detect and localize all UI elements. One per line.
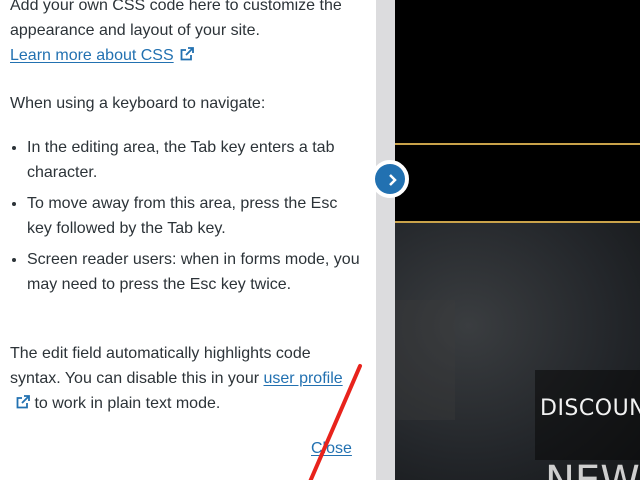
annotation-line [308, 364, 362, 480]
annotation-arrow [308, 364, 362, 480]
